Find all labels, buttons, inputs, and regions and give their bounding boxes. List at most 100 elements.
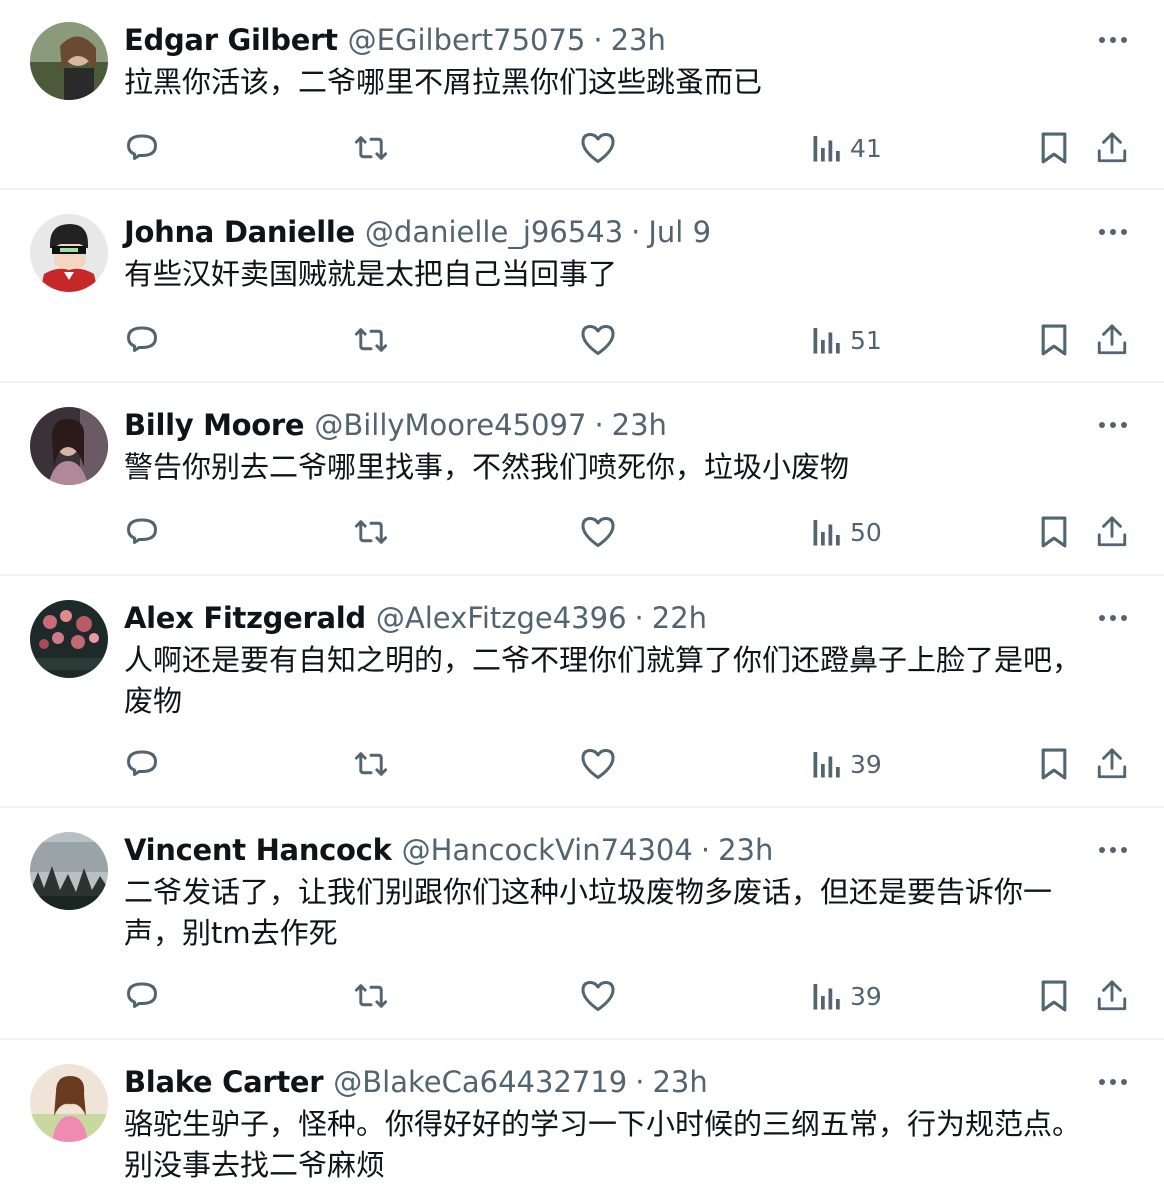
views-icon	[813, 984, 840, 1010]
like-button[interactable]	[580, 128, 616, 168]
reply-icon	[127, 134, 157, 160]
more-options-button[interactable]	[1098, 222, 1128, 242]
heart-icon	[581, 325, 615, 355]
views-button[interactable]: 41	[812, 128, 882, 168]
author-name[interactable]: Johna Danielle	[124, 215, 355, 249]
author-handle[interactable]: @AlexFitzge4396	[376, 601, 627, 635]
tweet-1[interactable]: Edgar Gilbert @EGilbert75075 · 23h 拉黑你活该…	[0, 0, 1164, 190]
author-handle[interactable]: @EGilbert75075	[348, 23, 586, 57]
repost-icon	[354, 984, 388, 1008]
timestamp[interactable]: 23h	[612, 408, 667, 442]
timestamp[interactable]: Jul 9	[648, 215, 711, 249]
repost-button[interactable]	[352, 976, 390, 1016]
tweet-text: 二爷发话了，让我们别跟你们这种小垃圾废物多废话，但还是要告诉你一 声，别tm去作…	[124, 872, 1104, 954]
author-handle[interactable]: @BlakeCa64432719	[333, 1065, 627, 1099]
bookmark-icon	[1041, 324, 1067, 356]
tweet-header: Edgar Gilbert @EGilbert75075 · 23h	[124, 20, 666, 60]
tweet-header: Billy Moore @BillyMoore45097 · 23h	[124, 405, 667, 445]
heart-icon	[581, 133, 615, 163]
timestamp[interactable]: 22h	[652, 601, 707, 635]
tweet-actions: 51	[0, 320, 1164, 360]
like-button[interactable]	[580, 512, 616, 552]
views-icon	[813, 136, 840, 162]
repost-button[interactable]	[352, 512, 390, 552]
tweet-text-line: 有些汉奸卖国贼就是太把自己当回事了	[124, 257, 618, 291]
tweet-4[interactable]: Alex Fitzgerald @AlexFitzge4396 · 22h 人啊…	[0, 578, 1164, 808]
author-name[interactable]: Blake Carter	[124, 1065, 324, 1099]
more-options-button[interactable]	[1098, 608, 1128, 628]
like-button[interactable]	[580, 744, 616, 784]
timestamp[interactable]: 23h	[611, 23, 666, 57]
share-icon	[1097, 980, 1127, 1011]
reply-button[interactable]	[124, 512, 160, 552]
avatar-photo-girl-icon	[30, 1064, 108, 1142]
author-handle[interactable]: @HancockVin74304	[402, 833, 693, 867]
views-button[interactable]: 39	[812, 744, 882, 784]
view-count: 41	[850, 133, 882, 163]
bookmark-button[interactable]	[1040, 744, 1068, 784]
reply-button[interactable]	[124, 320, 160, 360]
tweet-actions: 39	[0, 744, 1164, 784]
author-name[interactable]: Edgar Gilbert	[124, 23, 338, 57]
bookmark-button[interactable]	[1040, 512, 1068, 552]
repost-button[interactable]	[352, 128, 390, 168]
tweet-6[interactable]: Blake Carter @BlakeCa64432719 · 23h 骆驼生驴…	[0, 1042, 1164, 1200]
author-name[interactable]: Alex Fitzgerald	[124, 601, 366, 635]
repost-icon	[354, 752, 388, 776]
author-handle[interactable]: @danielle_j96543	[365, 215, 623, 249]
views-button[interactable]: 39	[812, 976, 882, 1016]
repost-icon	[354, 328, 388, 352]
separator-dot: ·	[631, 215, 641, 249]
more-icon	[1099, 615, 1127, 621]
more-options-button[interactable]	[1098, 840, 1128, 860]
bookmark-button[interactable]	[1040, 128, 1068, 168]
author-name[interactable]: Vincent Hancock	[124, 833, 392, 867]
repost-button[interactable]	[352, 320, 390, 360]
timestamp[interactable]: 23h	[652, 1065, 707, 1099]
bookmark-icon	[1041, 516, 1067, 548]
avatar[interactable]	[30, 214, 108, 292]
tweet-text-line: 二爷发话了，让我们别跟你们这种小垃圾废物多废话，但还是要告诉你一	[124, 875, 1053, 909]
bookmark-button[interactable]	[1040, 320, 1068, 360]
reply-button[interactable]	[124, 976, 160, 1016]
avatar[interactable]	[30, 600, 108, 678]
reply-button[interactable]	[124, 744, 160, 784]
timestamp[interactable]: 23h	[718, 833, 773, 867]
like-button[interactable]	[580, 976, 616, 1016]
share-button[interactable]	[1096, 512, 1128, 552]
avatar[interactable]	[30, 407, 108, 485]
share-button[interactable]	[1096, 976, 1128, 1016]
bookmark-button[interactable]	[1040, 976, 1068, 1016]
views-button[interactable]: 50	[812, 512, 882, 552]
tweet-text: 警告你别去二爷哪里找事，不然我们喷死你，垃圾小废物	[124, 447, 1104, 488]
author-name[interactable]: Billy Moore	[124, 408, 305, 442]
tweet-text: 拉黑你活该，二爷哪里不屑拉黑你们这些跳蚤而已	[124, 62, 1104, 103]
avatar[interactable]	[30, 22, 108, 100]
author-handle[interactable]: @BillyMoore45097	[314, 408, 586, 442]
separator-dot: ·	[700, 833, 711, 867]
share-button[interactable]	[1096, 320, 1128, 360]
share-icon	[1097, 132, 1127, 163]
tweet-3[interactable]: Billy Moore @BillyMoore45097 · 23h 警告你别去…	[0, 385, 1164, 576]
repost-button[interactable]	[352, 744, 390, 784]
reply-icon	[127, 326, 157, 352]
avatar[interactable]	[30, 1064, 108, 1142]
tweet-2[interactable]: Johna Danielle @danielle_j96543 · Jul 9 …	[0, 192, 1164, 383]
bookmark-icon	[1041, 980, 1067, 1012]
more-options-button[interactable]	[1098, 30, 1128, 50]
reply-button[interactable]	[124, 128, 160, 168]
like-button[interactable]	[580, 320, 616, 360]
tweet-5[interactable]: Vincent Hancock @HancockVin74304 · 23h 二…	[0, 810, 1164, 1040]
more-options-button[interactable]	[1098, 415, 1128, 435]
share-button[interactable]	[1096, 128, 1128, 168]
share-button[interactable]	[1096, 744, 1128, 784]
view-count: 39	[850, 981, 882, 1011]
avatar[interactable]	[30, 832, 108, 910]
repost-icon	[354, 136, 388, 160]
avatar-photo-woman-icon	[30, 407, 108, 485]
more-options-button[interactable]	[1098, 1072, 1128, 1092]
heart-icon	[581, 517, 615, 547]
views-button[interactable]: 51	[812, 320, 882, 360]
tweet-actions: 39	[0, 976, 1164, 1016]
heart-icon	[581, 749, 615, 779]
